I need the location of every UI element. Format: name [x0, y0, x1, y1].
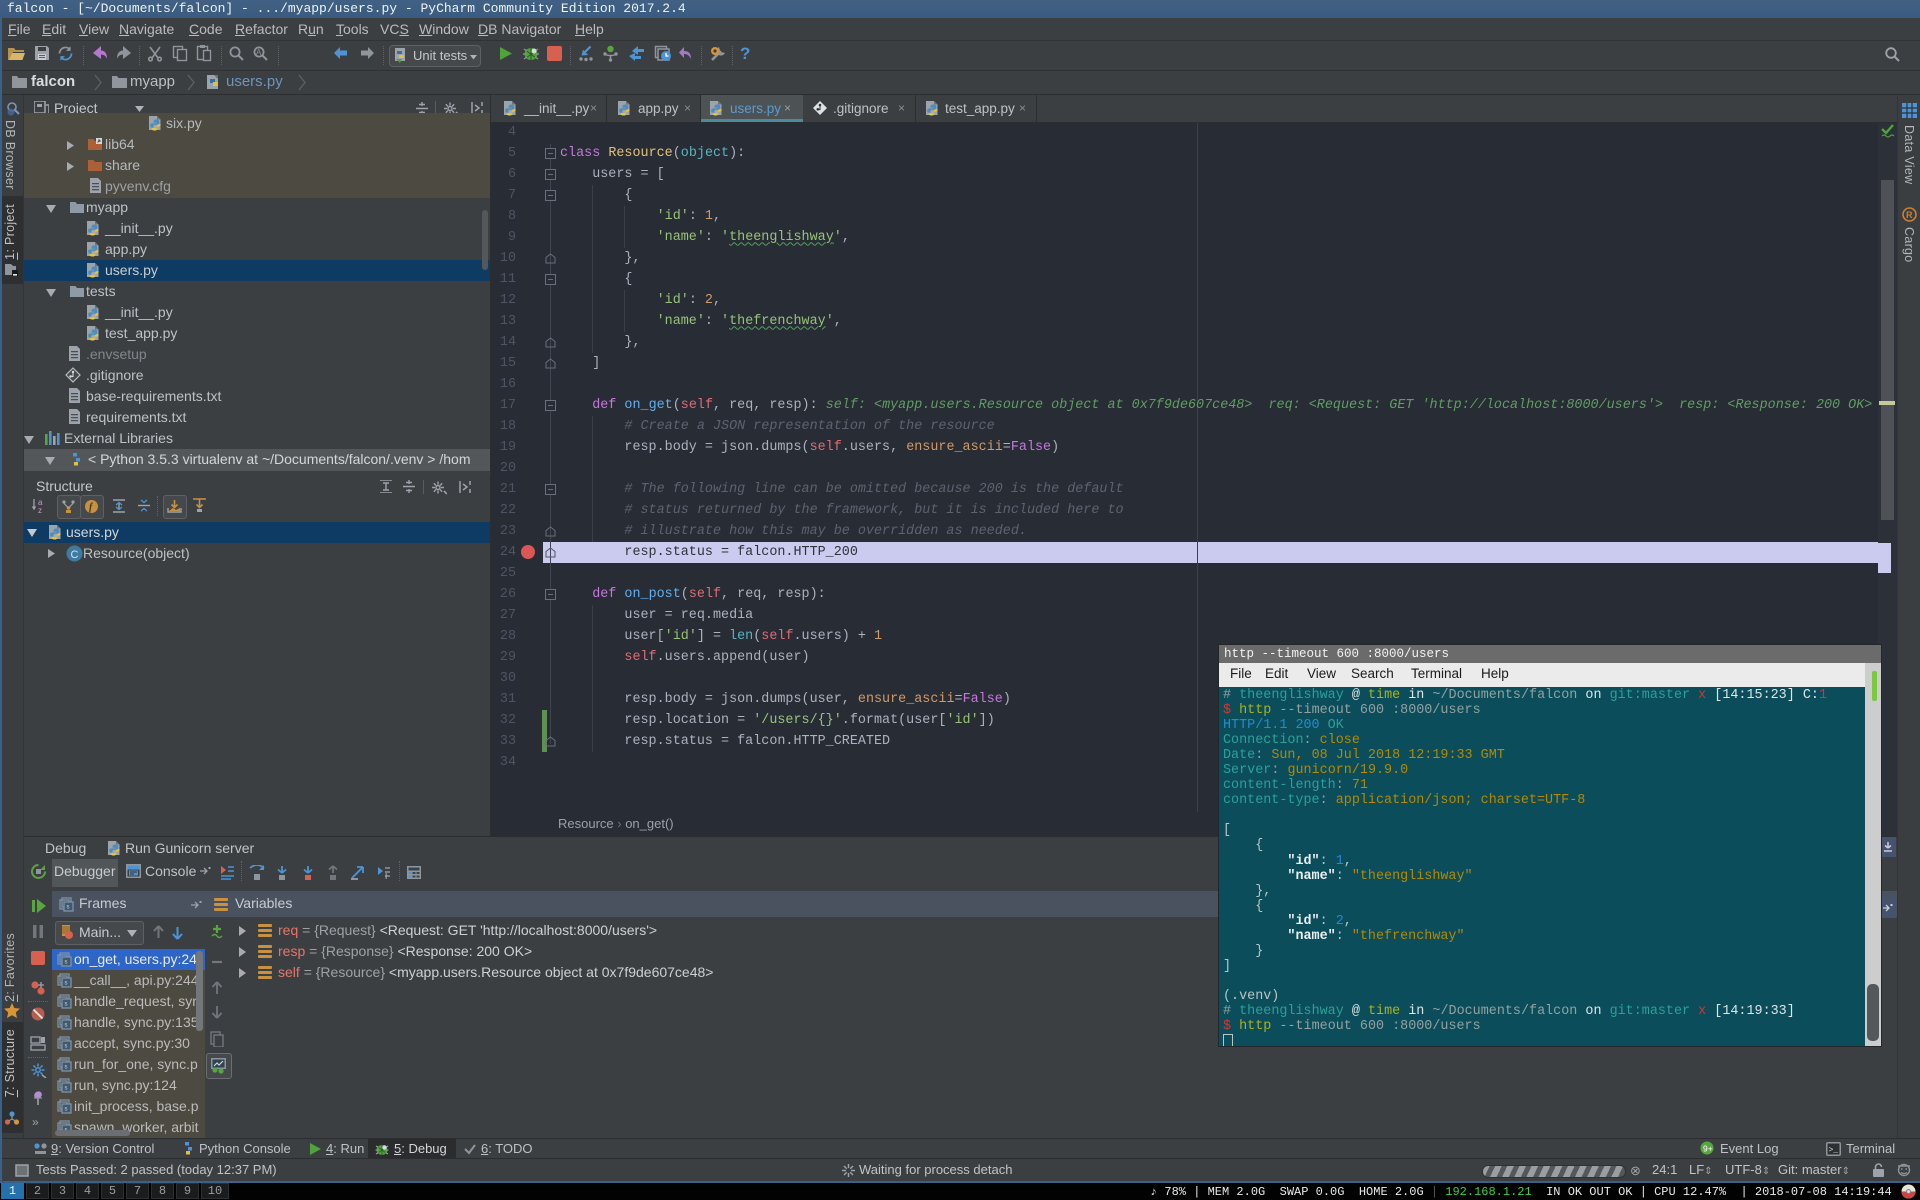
svg-text:R: R — [1906, 210, 1913, 220]
svg-text:A: A — [256, 48, 262, 57]
svg-text:z: z — [38, 506, 42, 515]
svg-text:C: C — [71, 549, 79, 561]
svg-text:9+: 9+ — [1703, 1144, 1713, 1154]
svg-text:I: I — [385, 872, 387, 880]
svg-text:>_: >_ — [1829, 1146, 1839, 1155]
